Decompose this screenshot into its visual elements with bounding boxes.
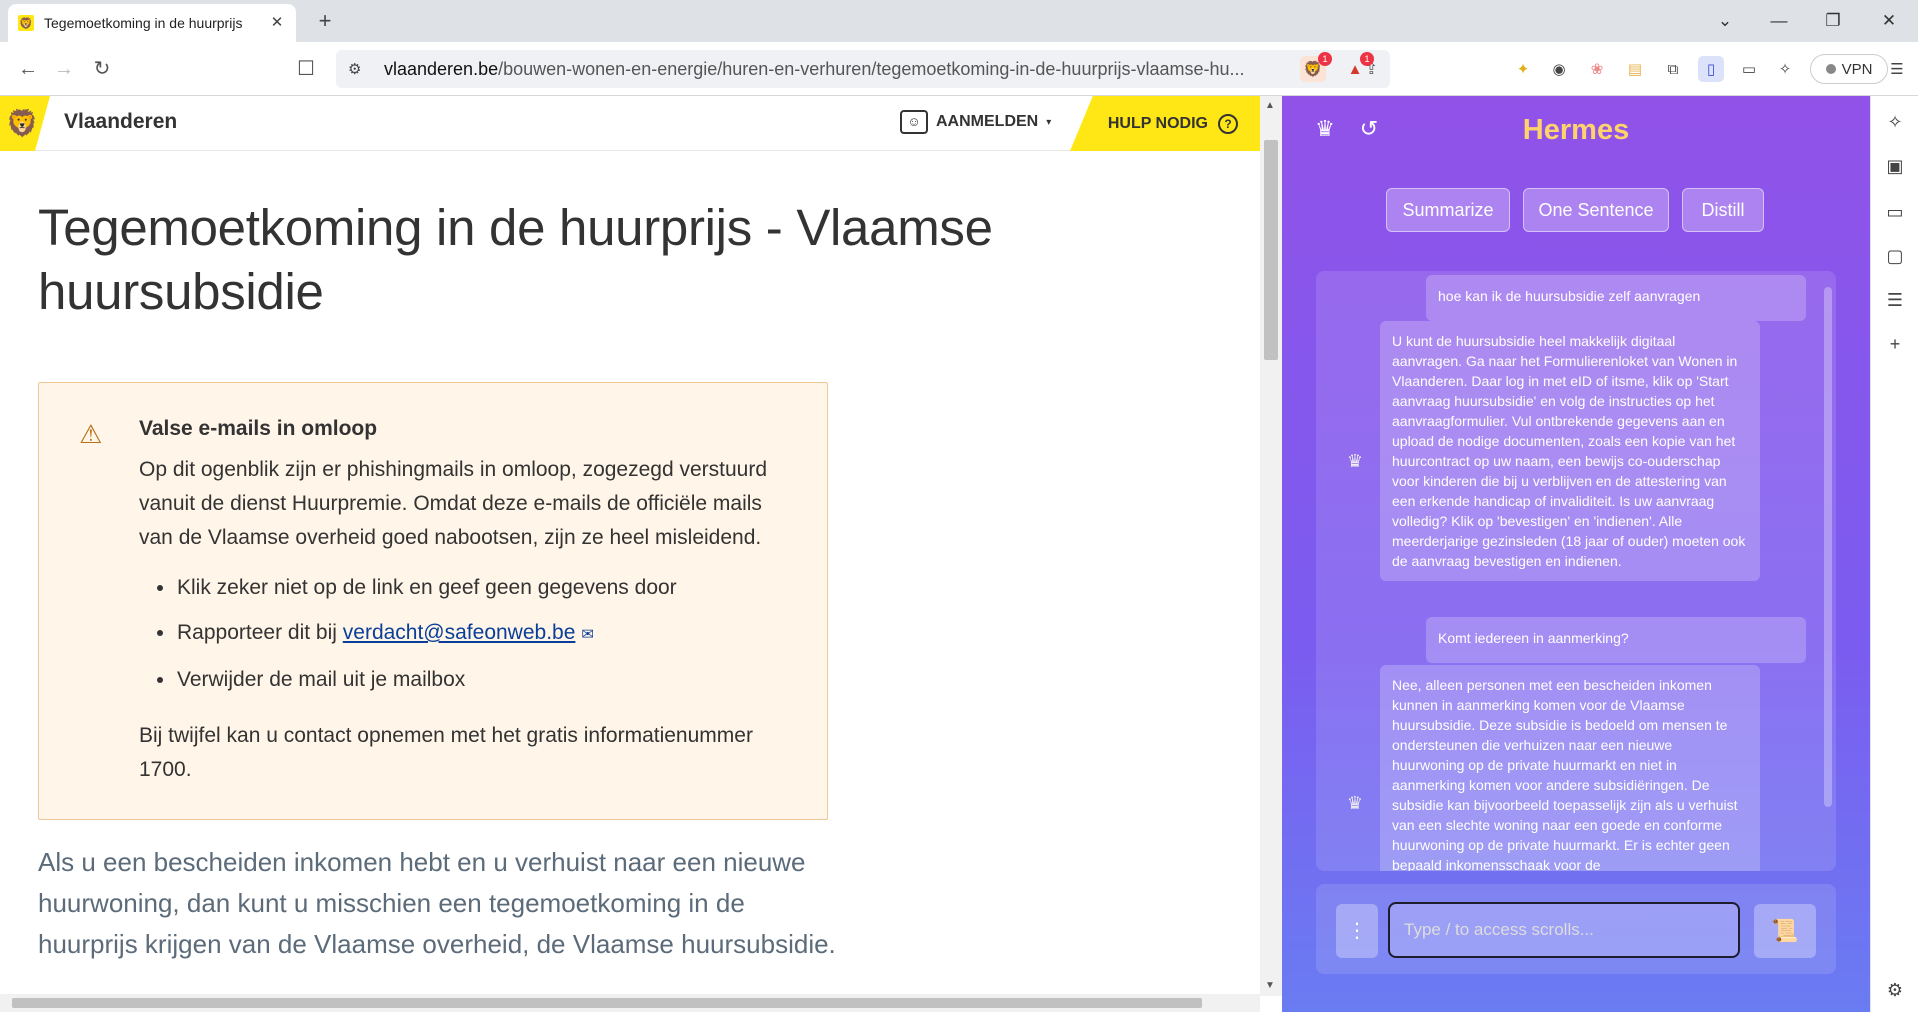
chat-input-bar: ⋮ 📜 xyxy=(1316,884,1836,974)
page-vertical-scrollbar[interactable]: ▲ ▼ xyxy=(1260,96,1282,996)
brave-shields-icon[interactable]: 🦁 1 xyxy=(1300,52,1332,82)
leo-sidebar-icon[interactable]: ✧ xyxy=(1883,110,1907,134)
alert-footer: Bij twijfel kan u contact opnemen met he… xyxy=(139,724,753,781)
phishing-alert: ⚠ Valse e-mails in omloop Op dit ogenbli… xyxy=(38,382,828,820)
question-icon: ? xyxy=(1218,113,1238,134)
chevron-down-icon: ▾ xyxy=(1046,116,1052,128)
address-bar[interactable]: ⚙ vlaanderen.be/bouwen-wonen-en-energie/… xyxy=(336,50,1390,88)
shields-badge: 1 xyxy=(1318,52,1332,66)
url-text[interactable]: vlaanderen.be/bouwen-wonen-en-energie/hu… xyxy=(384,59,1357,80)
intro-text: Als u een bescheiden inkomen hebt en u v… xyxy=(38,847,836,959)
alert-bullet: Verwijder de mail uit je mailbox xyxy=(139,657,799,702)
bot-avatar-icon: ♛ xyxy=(1346,451,1364,471)
scroll-icon[interactable]: 📜 xyxy=(1754,904,1816,958)
wallet-sidebar-icon[interactable]: ▭ xyxy=(1883,200,1907,224)
back-button[interactable]: ← xyxy=(14,55,42,83)
tab-title: Tegemoetkoming in de huurprijs xyxy=(44,15,243,31)
user-message: Komt iedereen in aanmerking? xyxy=(1426,617,1806,663)
extensions-puzzle-icon[interactable]: ⧉ xyxy=(1660,56,1686,82)
alert-bullet: Klik zeker niet op de link en geef geen … xyxy=(139,565,799,610)
reload-button[interactable]: ↻ xyxy=(88,55,116,83)
vpn-status-icon xyxy=(1825,64,1836,74)
brave-rewards-icon[interactable]: ▲ 1 xyxy=(1342,52,1374,82)
wallet-icon[interactable]: ▭ xyxy=(1736,56,1762,82)
page-horizontal-scrollbar[interactable] xyxy=(0,994,1260,1012)
extension-icon-4[interactable]: ▤ xyxy=(1622,56,1648,82)
bookmarks-sidebar-icon[interactable]: ▢ xyxy=(1883,244,1907,268)
help-button[interactable]: HULP NODIG ? xyxy=(1070,96,1260,151)
chat-input[interactable] xyxy=(1388,902,1740,958)
alert-list: Klik zeker niet op de link en geef geen … xyxy=(139,565,799,702)
vpn-button[interactable]: VPN xyxy=(1810,54,1888,84)
scroll-up-icon[interactable]: ▲ xyxy=(1265,100,1275,111)
leo-ai-icon[interactable]: ✧ xyxy=(1772,56,1798,82)
bot-avatar-icon: ♛ xyxy=(1346,793,1364,813)
browser-window: 🦁 Tegemoetkoming in de huurprijs ✕ + ⌄ —… xyxy=(0,0,1918,1012)
chat-scrollbar[interactable] xyxy=(1824,287,1832,807)
hermes-title: Hermes xyxy=(1522,114,1630,146)
mail-icon: ✉ xyxy=(581,626,594,643)
browser-tab[interactable]: 🦁 Tegemoetkoming in de huurprijs ✕ xyxy=(8,4,296,42)
hscroll-thumb[interactable] xyxy=(12,998,1202,1008)
scroll-down-icon[interactable]: ▼ xyxy=(1265,980,1275,991)
browser-sidebar: ✧ ▣ ▭ ▢ ☰ + ⚙ xyxy=(1870,96,1918,1012)
id-card-icon: ☺ xyxy=(900,110,928,134)
hermes-panel: ♛ ↺ Hermes Summarize One Sentence Distil… xyxy=(1282,96,1870,1012)
menu-icon[interactable]: ☰ xyxy=(1884,56,1910,82)
tab-search-dropdown-icon[interactable]: ⌄ xyxy=(1710,6,1740,36)
browser-toolbar: ← → ↻ ☐ ⚙ vlaanderen.be/bouwen-wonen-en-… xyxy=(0,42,1918,96)
summarize-button[interactable]: Summarize xyxy=(1386,188,1510,232)
help-label: HULP NODIG xyxy=(1107,114,1208,132)
url-path: /bouwen-wonen-en-energie/huren-en-verhur… xyxy=(498,58,1245,79)
vlaanderen-logo-icon[interactable]: 🦁 xyxy=(0,96,50,151)
restore-button[interactable]: ❐ xyxy=(1818,6,1848,36)
url-domain: vlaanderen.be xyxy=(384,58,499,79)
site-name[interactable]: Vlaanderen xyxy=(64,110,177,134)
window-close-button[interactable]: ✕ xyxy=(1874,6,1904,36)
forward-button[interactable]: → xyxy=(50,55,78,83)
warning-icon: ⚠ xyxy=(79,419,103,449)
new-tab-button[interactable]: + xyxy=(312,8,338,34)
extension-icon-3[interactable]: ❀ xyxy=(1584,56,1610,82)
chat-history[interactable]: hoe kan ik de huursubsidie zelf aanvrage… xyxy=(1316,271,1836,871)
login-label: AANMELDEN xyxy=(936,113,1039,130)
extension-icon-2[interactable]: ◉ xyxy=(1546,56,1572,82)
extension-icon-1[interactable]: ✦ xyxy=(1510,56,1536,82)
tab-strip: 🦁 Tegemoetkoming in de huurprijs ✕ + ⌄ —… xyxy=(0,0,1918,42)
distill-button[interactable]: Distill xyxy=(1682,188,1764,232)
bot-message: Nee, alleen personen met een bescheiden … xyxy=(1380,665,1760,871)
more-options-icon[interactable]: ⋮ xyxy=(1336,904,1378,958)
alert-body: Op dit ogenblik zijn er phishingmails in… xyxy=(139,458,768,549)
bot-message: U kunt de huursubsidie heel makkelijk di… xyxy=(1380,321,1760,581)
rewards-sidebar-icon[interactable]: ▣ xyxy=(1883,154,1907,178)
site-header: 🦁 Vlaanderen ☺ AANMELDEN ▾ HULP NODIG ? xyxy=(0,96,1260,151)
alert-title: Valse e-mails in omloop xyxy=(139,417,378,440)
scroll-thumb[interactable] xyxy=(1264,140,1278,360)
login-button[interactable]: ☺ AANMELDEN ▾ xyxy=(900,110,1051,134)
sidebar-settings-icon[interactable]: ⚙ xyxy=(1883,978,1907,1002)
reading-list-icon[interactable]: ☰ xyxy=(1883,288,1907,312)
web-page: 🦁 Vlaanderen ☺ AANMELDEN ▾ HULP NODIG ? … xyxy=(0,96,1260,996)
alert-bullet: Rapporteer dit bij verdacht@safeonweb.be… xyxy=(139,610,799,657)
user-message: hoe kan ik de huursubsidie zelf aanvrage… xyxy=(1426,275,1806,321)
bookmark-icon[interactable]: ☐ xyxy=(292,55,320,83)
alert-bullet-text: Rapporteer dit bij xyxy=(177,621,343,644)
page-title: Tegemoetkoming in de huurprijs - Vlaamse… xyxy=(38,199,993,320)
sidebar-toggle-icon[interactable]: ▯ xyxy=(1698,56,1724,82)
site-settings-icon[interactable]: ⚙ xyxy=(348,60,370,78)
report-email-link[interactable]: verdacht@safeonweb.be xyxy=(343,621,576,644)
vpn-label: VPN xyxy=(1841,60,1873,78)
lion-icon: 🦁 xyxy=(18,15,34,31)
tab-close-icon[interactable]: ✕ xyxy=(268,14,286,32)
add-sidebar-item-icon[interactable]: + xyxy=(1883,332,1907,356)
minimize-button[interactable]: — xyxy=(1764,6,1794,36)
rewards-badge: 1 xyxy=(1360,52,1374,66)
one-sentence-button[interactable]: One Sentence xyxy=(1523,188,1669,232)
